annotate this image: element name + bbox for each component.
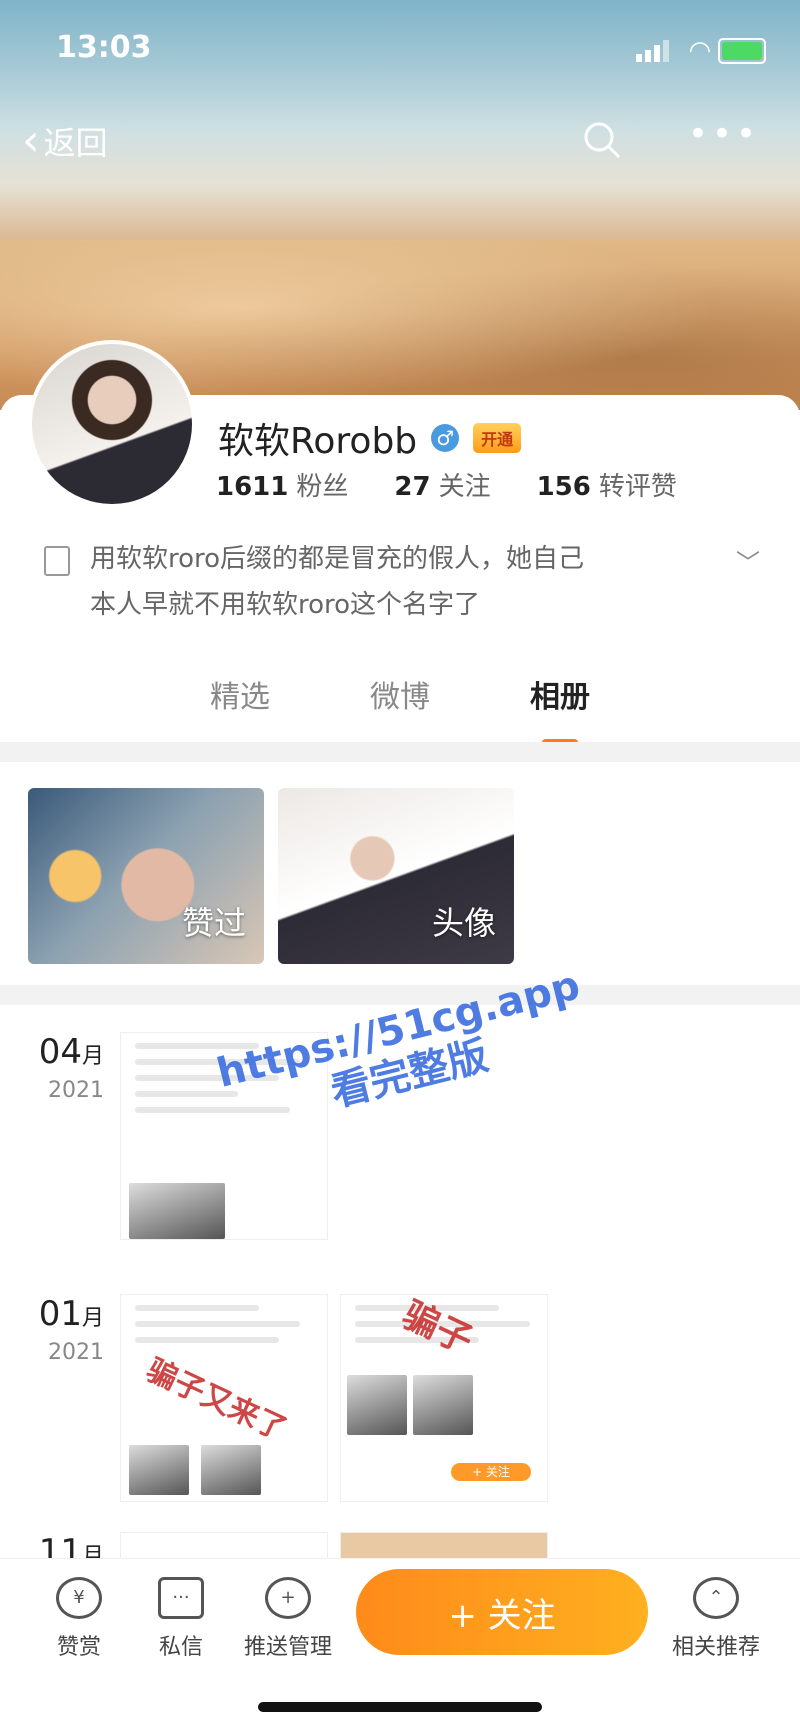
bio-line-2: 本人早就不用软软roro这个名字了: [90, 590, 481, 620]
profile-name: 软软Rorobb: [218, 421, 418, 462]
following-label: 关注: [438, 472, 491, 502]
timeline-month: 01: [38, 1294, 82, 1334]
timeline-month: 04: [38, 1032, 82, 1072]
timeline-year: 2021: [48, 1340, 104, 1365]
tab-weibo[interactable]: 微博: [360, 672, 440, 742]
album-liked-label: 赞过: [181, 904, 246, 942]
likes-count: 156: [536, 472, 591, 502]
vip-open-badge[interactable]: 开通: [473, 423, 522, 453]
push-manage-button[interactable]: + 推送管理: [238, 1577, 338, 1661]
document-icon: [44, 546, 70, 576]
fans-label: 粉丝: [296, 472, 349, 502]
timeline-date: 01月 2021: [34, 1294, 104, 1365]
following-stat[interactable]: 27 关注: [394, 466, 490, 503]
status-time: 13:03: [56, 30, 152, 65]
timeline-month-unit: 月: [81, 1306, 104, 1331]
bell-icon: +: [265, 1577, 311, 1619]
status-bar: 13:03 ◜◝: [0, 30, 800, 70]
bio-line-1: 用软软roro后缀的都是冒充的假人，她自己: [90, 544, 585, 574]
timeline-date: 04月 2021: [34, 1032, 104, 1103]
reward-label: 赞赏: [56, 1635, 101, 1660]
photo-thumbnail[interactable]: [340, 1532, 548, 1560]
signal-icon: [636, 40, 669, 62]
likes-stat: 156 转评赞: [537, 466, 677, 503]
album-avatar[interactable]: 头像: [278, 788, 514, 964]
message-label: 私信: [158, 1635, 203, 1660]
fans-stat[interactable]: 1611 粉丝: [216, 466, 348, 503]
wifi-icon: ◜◝: [689, 36, 710, 66]
back-label: 返回: [43, 124, 108, 162]
photo-thumbnail[interactable]: 骗子又来了: [120, 1294, 328, 1502]
scam-annotation: 骗子又来了: [141, 1352, 292, 1448]
back-button[interactable]: ‹ 返回: [22, 118, 108, 164]
likes-label: 转评赞: [598, 472, 677, 502]
album-row: 赞过 头像: [28, 788, 514, 964]
section-divider: [0, 985, 800, 1005]
profile-bio[interactable]: 用软软roro后缀的都是冒充的假人，她自己 本人早就不用软软roro这个名字了 …: [44, 536, 760, 628]
fans-count: 1611: [216, 472, 289, 502]
album-liked[interactable]: 赞过: [28, 788, 264, 964]
search-icon[interactable]: [582, 120, 622, 160]
profile-stats: 1611 粉丝 27 关注 156 转评赞: [216, 466, 677, 503]
top-nav: ‹ 返回 •••: [0, 114, 800, 168]
recommend-label: 相关推荐: [671, 1635, 760, 1660]
reward-button[interactable]: ¥ 赞赏: [34, 1577, 124, 1661]
timeline-month-unit: 月: [81, 1044, 104, 1069]
message-button[interactable]: ··· 私信: [136, 1577, 226, 1661]
message-icon: ···: [158, 1577, 204, 1619]
reward-heart-icon: ¥: [56, 1577, 102, 1619]
tab-featured[interactable]: 精选: [200, 672, 280, 742]
home-indicator: [258, 1702, 542, 1712]
album-avatar-label: 头像: [431, 904, 496, 942]
avatar[interactable]: [28, 340, 196, 508]
gender-male-icon: ♂: [431, 424, 460, 452]
timeline-year: 2021: [48, 1078, 104, 1103]
follow-button[interactable]: + 关注: [356, 1569, 648, 1655]
tab-album[interactable]: 相册: [520, 672, 600, 746]
section-divider: [0, 742, 800, 762]
follow-mini-button: + 关注: [451, 1463, 531, 1481]
following-count: 27: [394, 472, 431, 502]
related-recommend-button[interactable]: ⌃ 相关推荐: [664, 1577, 768, 1661]
chevron-down-icon[interactable]: ﹀: [736, 540, 760, 586]
more-icon[interactable]: •••: [688, 114, 760, 154]
profile-tabs: 精选 微博 相册: [0, 672, 800, 746]
chevron-up-circle-icon: ⌃: [693, 1577, 739, 1619]
battery-icon: [718, 38, 766, 64]
push-label: 推送管理: [243, 1635, 332, 1660]
profile-name-row: 软软Rorobb ♂ 开通: [218, 412, 522, 464]
photo-thumbnail[interactable]: + 关注 骗子: [340, 1294, 548, 1502]
chevron-left-icon: ‹: [22, 115, 40, 166]
photo-thumbnail[interactable]: [120, 1532, 328, 1560]
